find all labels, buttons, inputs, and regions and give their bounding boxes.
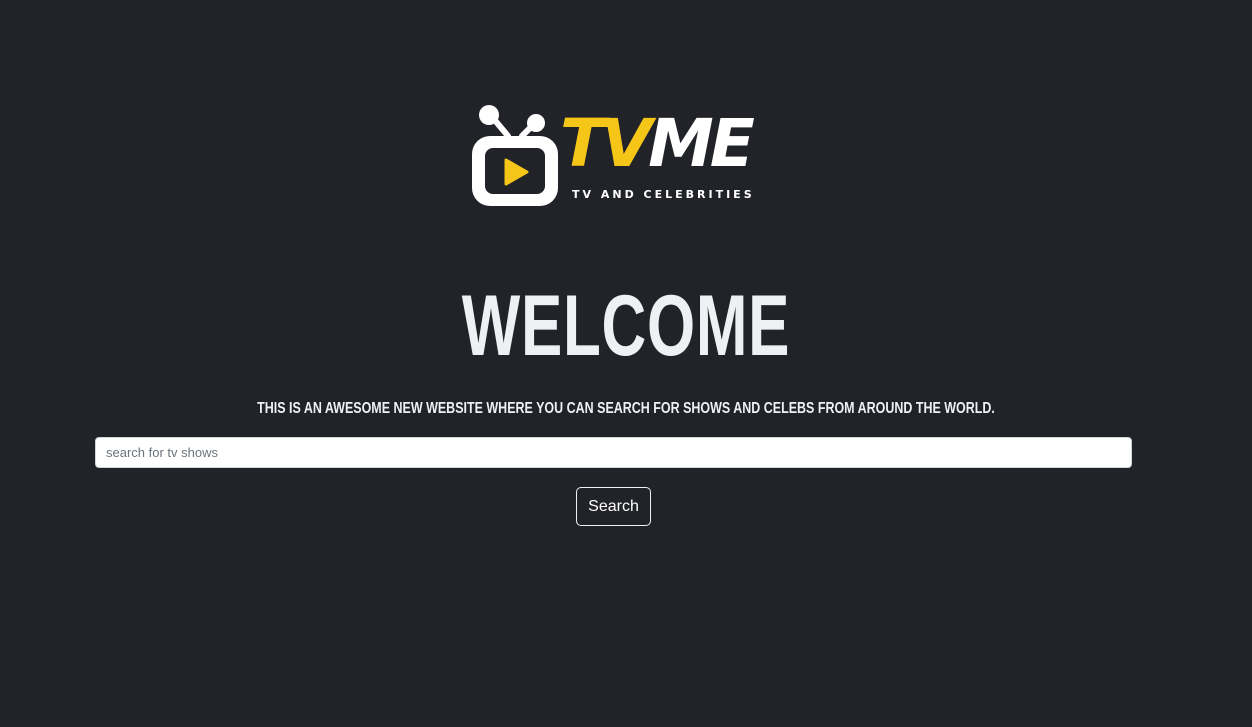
search-input[interactable] xyxy=(95,437,1132,468)
brand-wordmark-me: ME xyxy=(648,105,755,182)
brand-wordmark: TVME xyxy=(560,111,755,177)
search-button[interactable]: Search xyxy=(576,487,651,526)
brand-tagline: TV AND CELEBRITIES xyxy=(572,188,755,201)
brand-wordmark-tv: TV xyxy=(560,105,652,182)
tv-play-icon xyxy=(472,105,558,206)
page-subtitle: This is an awesome new website where you… xyxy=(257,400,995,417)
page-title: WELCOME xyxy=(461,278,791,374)
site-logo: TVME TV AND CELEBRITIES xyxy=(470,102,762,208)
